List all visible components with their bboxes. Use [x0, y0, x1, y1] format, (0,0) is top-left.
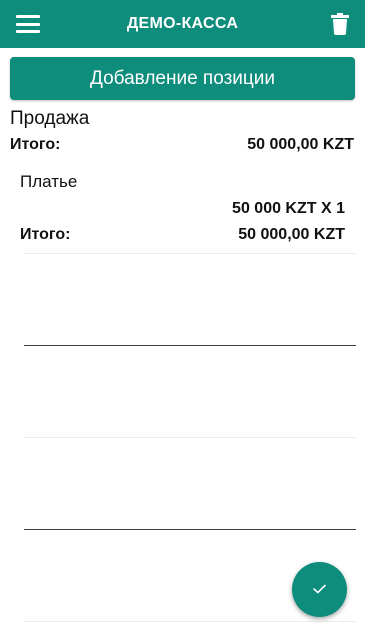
- app-bar: ДЕМО-КАССА: [0, 0, 365, 48]
- app-title: ДЕМО-КАССА: [126, 15, 239, 32]
- checkmark-icon: [313, 584, 326, 594]
- list-divider: [24, 253, 356, 254]
- item-price-quantity: 50 000 KZT X 1: [232, 200, 345, 217]
- confirm-fab-button[interactable]: [292, 562, 347, 617]
- item-total-row: Итого: 50 000,00 KZT: [20, 226, 345, 244]
- list-divider: [24, 621, 356, 622]
- add-position-button[interactable]: Добавление позиции: [10, 57, 355, 100]
- list-divider: [24, 345, 356, 346]
- sale-total-value: 50 000,00 KZT: [247, 136, 354, 153]
- receipt-item[interactable]: Платье 50 000 KZT X 1 Итого: 50 000,00 K…: [20, 172, 345, 244]
- sale-total-label: Итого:: [10, 136, 61, 153]
- trash-icon[interactable]: [331, 13, 349, 35]
- sale-total-row: Итого: 50 000,00 KZT: [10, 136, 354, 154]
- sale-heading: Продажа: [10, 108, 90, 129]
- item-total-value: 50 000,00 KZT: [238, 226, 345, 243]
- hamburger-menu-icon[interactable]: [14, 12, 42, 36]
- list-divider: [24, 529, 356, 530]
- list-divider: [24, 437, 356, 438]
- item-total-label: Итого:: [20, 226, 71, 243]
- item-name: Платье: [20, 172, 78, 191]
